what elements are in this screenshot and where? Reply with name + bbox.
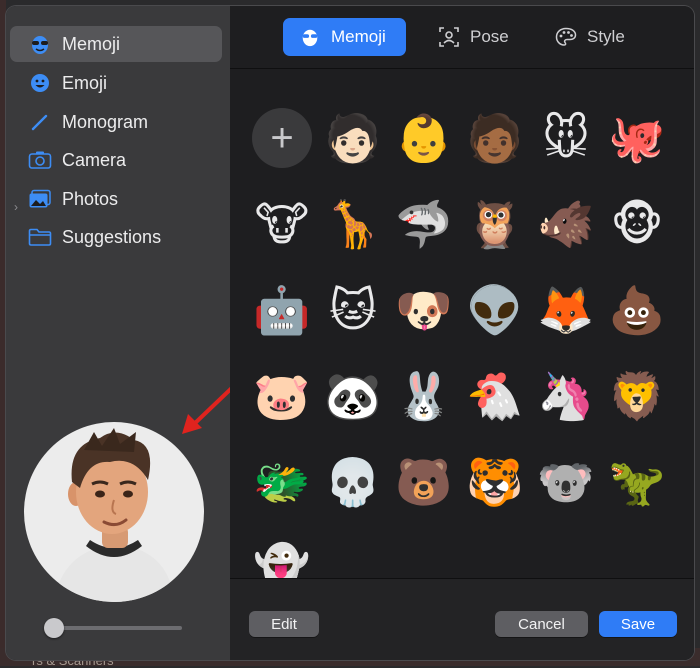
memoji-monkey[interactable]: 🐵 bbox=[607, 194, 667, 254]
main-panel: Memoji Pose Style + 🧑🏻 👶 🧑🏾 🐭 🐙 🐮 🦒 🦈 🦉 🐗 🐵 🤖 🐱 🐶 👽 bbox=[230, 6, 694, 660]
palette-icon bbox=[555, 26, 577, 48]
memoji-memoji-boy-dark[interactable]: 🧑🏾 bbox=[465, 108, 525, 168]
tab-label: Memoji bbox=[331, 27, 386, 46]
pose-icon bbox=[438, 26, 460, 48]
memoji-octopus[interactable]: 🐙 bbox=[607, 108, 667, 168]
unicorn-icon: 🦄 bbox=[537, 370, 595, 422]
koala-icon: 🐨 bbox=[537, 456, 595, 508]
skull-icon: 💀 bbox=[324, 456, 382, 508]
save-button[interactable]: Save bbox=[599, 611, 677, 637]
memoji-shark[interactable]: 🦈 bbox=[394, 194, 454, 254]
memoji-cow[interactable]: 🐮 bbox=[252, 194, 312, 254]
pencil-icon bbox=[28, 110, 52, 134]
memoji-cat[interactable]: 🐱 bbox=[323, 280, 383, 340]
sidebar-item-label: Monogram bbox=[62, 111, 149, 132]
sidebar-item-camera[interactable]: Camera bbox=[10, 142, 222, 178]
segmented-tab-bar: Memoji Pose Style bbox=[230, 6, 694, 69]
memoji-panda[interactable]: 🐼 bbox=[323, 366, 383, 426]
memoji-owl[interactable]: 🦉 bbox=[465, 194, 525, 254]
cat-icon: 🐱 bbox=[329, 284, 377, 336]
rabbit-icon: 🐰 bbox=[395, 370, 453, 422]
memoji-koala[interactable]: 🐨 bbox=[536, 452, 596, 512]
sidebar-item-label: Emoji bbox=[62, 72, 108, 93]
edit-button[interactable]: Edit bbox=[249, 611, 319, 637]
sidebar-item-label: Suggestions bbox=[62, 226, 162, 247]
memoji-avatar-icon bbox=[54, 428, 174, 602]
zoom-slider-knob[interactable] bbox=[44, 618, 64, 638]
giraffe-icon: 🦒 bbox=[324, 198, 382, 250]
memoji-memoji-bald[interactable]: 👶 bbox=[394, 108, 454, 168]
mouse-icon: 🐭 bbox=[542, 112, 590, 164]
memoji-boar[interactable]: 🐗 bbox=[536, 194, 596, 254]
t-rex-icon: 🦖 bbox=[608, 456, 666, 508]
add-memoji-button[interactable]: + bbox=[252, 108, 312, 168]
dog-icon: 🐶 bbox=[395, 284, 453, 336]
memoji-dog[interactable]: 🐶 bbox=[394, 280, 454, 340]
memoji-icon bbox=[28, 32, 52, 56]
memoji-t-rex[interactable]: 🦖 bbox=[607, 452, 667, 512]
cow-icon: 🐮 bbox=[254, 198, 310, 250]
dragon-icon: 🐲 bbox=[253, 456, 311, 508]
lion-icon: 🦁 bbox=[608, 370, 666, 422]
plus-icon: + bbox=[270, 116, 294, 160]
memoji-memoji-boy-light[interactable]: 🧑🏻 bbox=[323, 108, 383, 168]
shark-icon: 🦈 bbox=[395, 198, 453, 250]
memoji-chicken[interactable]: 🐔 bbox=[465, 366, 525, 426]
octopus-icon: 🐙 bbox=[608, 112, 666, 164]
chicken-icon: 🐔 bbox=[466, 370, 524, 422]
sidebar-item-label: Photos bbox=[62, 188, 119, 209]
memoji-lion[interactable]: 🦁 bbox=[607, 366, 667, 426]
sidebar-item-monogram[interactable]: Monogram bbox=[10, 104, 222, 140]
memoji-giraffe[interactable]: 🦒 bbox=[323, 194, 383, 254]
memoji-unicorn[interactable]: 🦄 bbox=[536, 366, 596, 426]
cancel-button[interactable]: Cancel bbox=[495, 611, 588, 637]
memoji-rabbit[interactable]: 🐰 bbox=[394, 366, 454, 426]
memoji-mouse[interactable]: 🐭 bbox=[536, 108, 596, 168]
memoji-tab-icon bbox=[299, 26, 321, 48]
memoji-poop[interactable]: 💩 bbox=[607, 280, 667, 340]
memoji-robot[interactable]: 🤖 bbox=[252, 280, 312, 340]
poop-icon: 💩 bbox=[608, 284, 666, 336]
photos-icon bbox=[28, 187, 52, 211]
zoom-slider-track[interactable] bbox=[54, 626, 182, 630]
tab-pose[interactable]: Pose bbox=[422, 18, 522, 56]
memoji-pig[interactable]: 🐷 bbox=[252, 366, 312, 426]
tab-memoji[interactable]: Memoji bbox=[283, 18, 406, 56]
owl-icon: 🦉 bbox=[466, 198, 524, 250]
fox-icon: 🦊 bbox=[537, 284, 595, 336]
sidebar-item-photos[interactable]: Photos bbox=[10, 181, 222, 217]
sidebar-item-memoji[interactable]: Memoji bbox=[10, 26, 222, 62]
camera-icon bbox=[28, 148, 52, 172]
tab-label: Pose bbox=[470, 27, 509, 46]
sidebar-item-label: Camera bbox=[62, 149, 127, 170]
memoji-tiger[interactable]: 🐯 bbox=[465, 452, 525, 512]
tiger-icon: 🐯 bbox=[466, 456, 524, 508]
footer-bar: Edit Cancel Save bbox=[230, 578, 694, 660]
sidebar: Memoji Emoji Monogram Camera › Photos Su… bbox=[6, 6, 238, 660]
memoji-boy-light-icon: 🧑🏻 bbox=[324, 112, 382, 164]
monkey-icon: 🐵 bbox=[610, 198, 664, 250]
avatar-preview[interactable] bbox=[24, 422, 204, 602]
sidebar-item-label: Memoji bbox=[62, 33, 121, 54]
alien-icon: 👽 bbox=[466, 284, 524, 336]
memoji-bald-icon: 👶 bbox=[395, 112, 453, 164]
emoji-icon bbox=[28, 71, 52, 95]
folder-icon bbox=[28, 225, 52, 249]
boar-icon: 🐗 bbox=[537, 198, 595, 250]
picture-picker-window: Memoji Emoji Monogram Camera › Photos Su… bbox=[6, 6, 694, 660]
memoji-bear[interactable]: 🐻 bbox=[394, 452, 454, 512]
memoji-dragon[interactable]: 🐲 bbox=[252, 452, 312, 512]
memoji-alien[interactable]: 👽 bbox=[465, 280, 525, 340]
tab-label: Style bbox=[587, 27, 625, 46]
tab-style[interactable]: Style bbox=[539, 18, 639, 56]
sidebar-item-emoji[interactable]: Emoji bbox=[10, 65, 222, 101]
memoji-skull[interactable]: 💀 bbox=[323, 452, 383, 512]
pig-icon: 🐷 bbox=[253, 370, 311, 422]
robot-icon: 🤖 bbox=[253, 284, 311, 336]
panda-icon: 🐼 bbox=[324, 370, 382, 422]
sidebar-item-suggestions[interactable]: Suggestions bbox=[10, 219, 222, 255]
memoji-boy-dark-icon: 🧑🏾 bbox=[466, 112, 524, 164]
bear-icon: 🐻 bbox=[395, 456, 453, 508]
memoji-fox[interactable]: 🦊 bbox=[536, 280, 596, 340]
